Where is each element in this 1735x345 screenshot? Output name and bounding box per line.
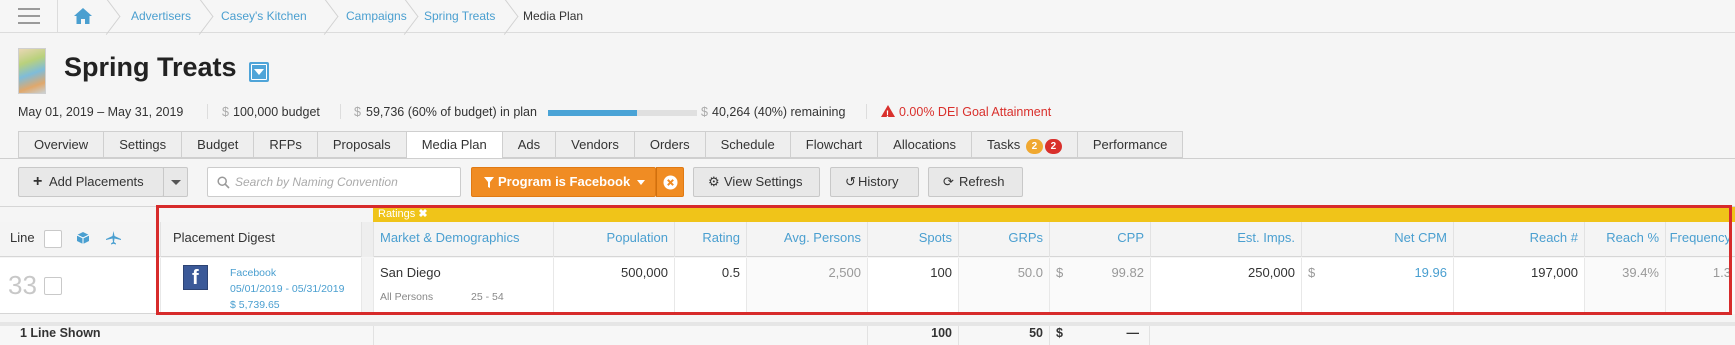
gear-icon: ⚙ [708,174,720,189]
tab-tasks[interactable]: Tasks 22 [971,131,1077,158]
row-checkbox[interactable] [44,277,62,295]
campaign-dates: May 01, 2019 – May 31, 2019 [18,105,184,119]
remaining-value: 40,264 (40%) remaining [712,105,846,119]
grps-total: 50 [958,326,1049,345]
add-placements-label: Add Placements [49,174,144,189]
breadcrumb-caseys-kitchen[interactable]: Casey's Kitchen [221,0,307,33]
breadcrumb-separator [325,0,337,33]
history-icon: ↺ [845,174,856,189]
tasks-badge-pending: 2 [1025,139,1043,154]
breadcrumb-spring-treats[interactable]: Spring Treats [424,0,495,33]
tab-tasks-label: Tasks [987,137,1021,152]
warning-icon [881,105,895,122]
breadcrumb-advertisers[interactable]: Advertisers [131,0,191,33]
divider [866,104,867,119]
select-all-checkbox[interactable] [44,230,62,248]
home-icon[interactable] [73,7,93,25]
program-filter-label: Program is Facebook [498,174,631,189]
remaining-currency: $ [701,105,708,119]
add-placements-dropdown[interactable] [163,167,188,197]
cube-icon[interactable] [76,231,90,245]
view-settings-button[interactable]: ⚙ View Settings [693,167,820,197]
title-dropdown-icon[interactable] [249,62,269,82]
caret-down-icon [171,180,181,185]
plus-icon: + [33,173,43,190]
filter-icon [484,177,494,188]
breadcrumb-current: Media Plan [523,9,584,23]
divider [0,158,1735,159]
tab-bar: Overview Settings Budget RFPs Proposals … [18,131,1184,159]
line-cell: 33 [0,258,160,314]
tasks-badge-overdue: 2 [1044,139,1062,154]
budget-currency: $ [222,105,229,119]
airplane-icon[interactable] [106,231,121,245]
cpp-total: $ — [1049,326,1150,345]
history-button[interactable]: ↺ History [830,167,919,197]
dei-goal[interactable]: 0.00% DEI Goal Attainment [881,104,1052,122]
column-header-line-label: Line [10,230,35,245]
tab-ads[interactable]: Ads [501,131,556,158]
budget-progress-bar [548,110,697,116]
breadcrumb-separator [200,0,212,33]
divider [57,0,58,33]
in-plan-value: 59,736 (60% of budget) in plan [366,105,537,119]
tab-media-plan[interactable]: Media Plan [405,131,502,159]
highlight-box [156,205,1732,315]
budget-value: 100,000 budget [233,105,320,119]
breadcrumb-separator [505,0,517,33]
search-icon [217,176,230,189]
close-icon [663,175,678,190]
breadcrumb-separator [107,0,119,33]
cpp-total-value: — [1126,326,1140,340]
dei-goal-text: 0.00% DEI Goal Attainment [899,105,1052,119]
spots-total: 100 [867,326,958,345]
tab-flowchart[interactable]: Flowchart [789,131,878,158]
tab-allocations[interactable]: Allocations [877,131,972,158]
clear-filter-button[interactable] [656,167,684,197]
divider [373,326,374,345]
campaign-thumbnail [18,48,46,94]
tab-budget[interactable]: Budget [181,131,254,158]
caret-down-icon [637,180,645,185]
view-settings-label: View Settings [724,174,803,189]
budget-progress-fill [548,110,638,116]
tab-orders[interactable]: Orders [633,131,705,158]
tab-settings[interactable]: Settings [103,131,182,158]
page-title: Spring Treats [64,52,237,82]
divider [207,104,208,119]
refresh-icon: ⟳ [943,174,954,189]
tab-proposals[interactable]: Proposals [316,131,406,158]
tab-vendors[interactable]: Vendors [555,131,634,158]
tab-rfps[interactable]: RFPs [253,131,317,158]
divider [340,104,341,119]
menu-icon[interactable] [18,8,40,24]
lines-shown: 1 Line Shown [20,326,101,340]
breadcrumb-separator [405,0,417,33]
line-number: 33 [8,270,37,300]
add-placements-button[interactable]: + Add Placements [18,167,164,197]
history-label: History [858,174,899,189]
refresh-label: Refresh [959,174,1005,189]
search-input[interactable]: Search by Naming Convention [207,167,461,197]
tab-schedule[interactable]: Schedule [704,131,790,158]
in-plan-currency: $ [354,105,361,119]
refresh-button[interactable]: ⟳ Refresh [928,167,1023,197]
cpp-total-currency: $ [1056,326,1063,340]
program-filter-button[interactable]: Program is Facebook [471,167,656,197]
tab-performance[interactable]: Performance [1076,131,1184,158]
tab-overview[interactable]: Overview [18,131,104,158]
